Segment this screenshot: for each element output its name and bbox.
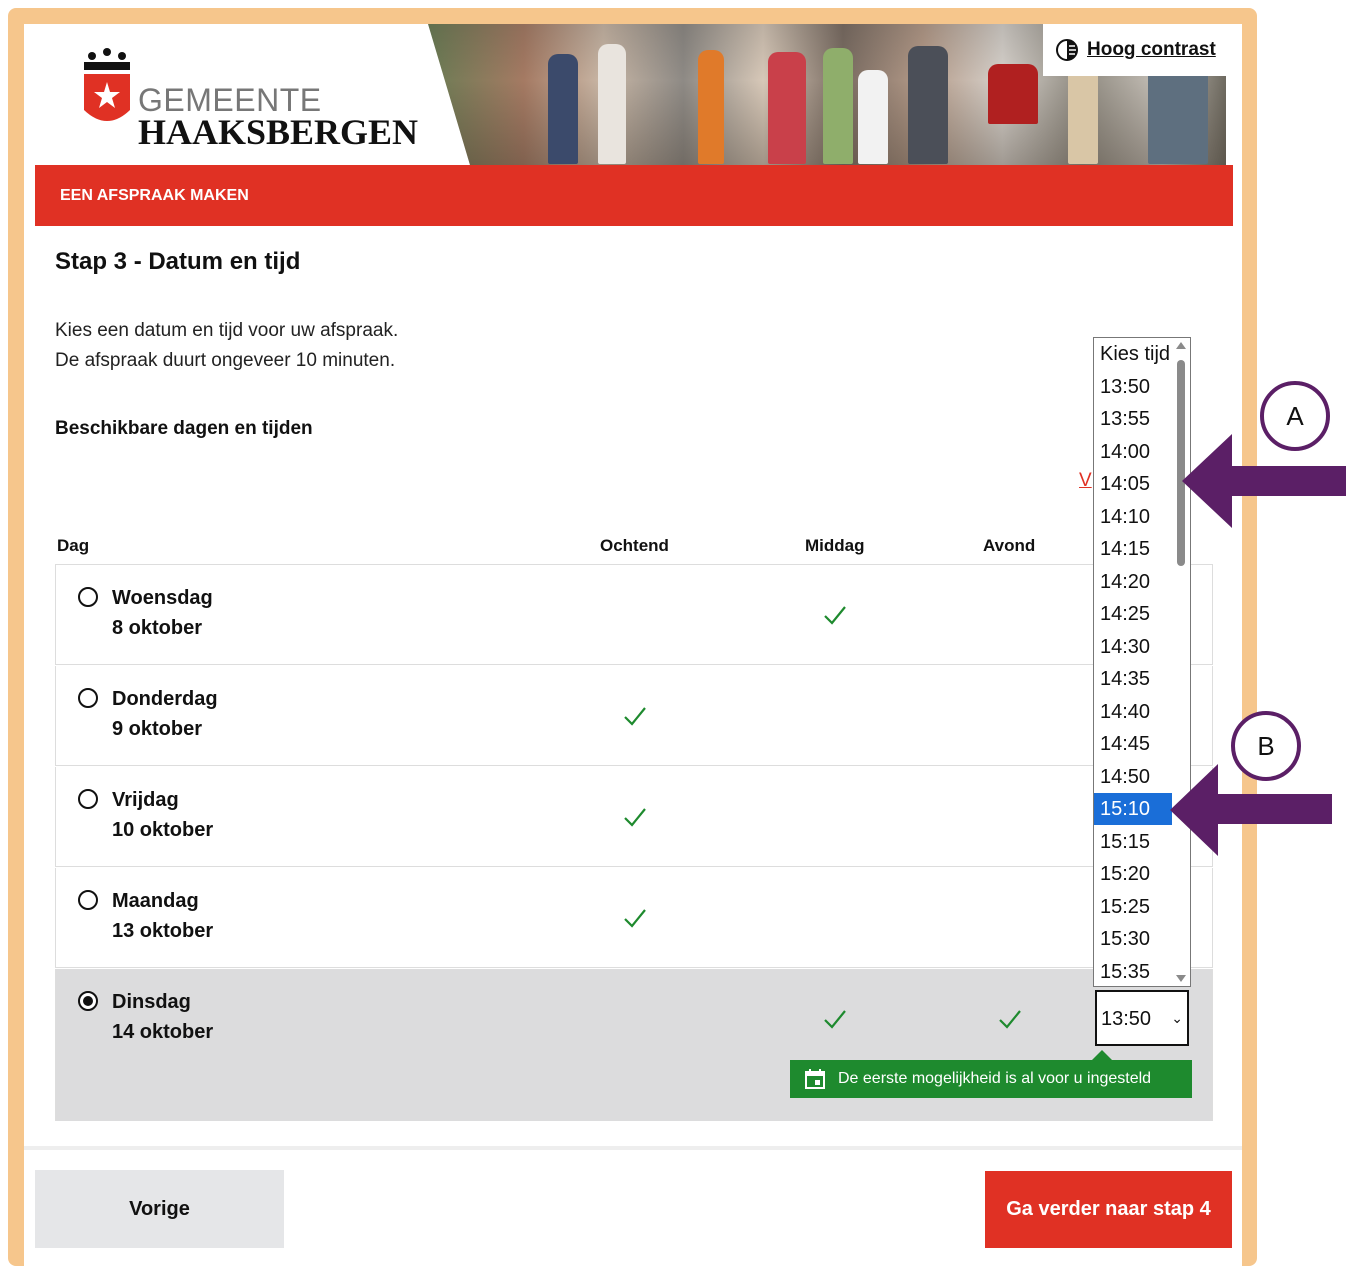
time-option[interactable]: 15:30	[1094, 923, 1172, 955]
availability-table: Woensdag 8 oktober Donderdag 9 oktober V…	[55, 564, 1213, 1121]
day-date: 14 oktober	[112, 1021, 214, 1043]
time-option[interactable]: 14:10	[1094, 501, 1172, 533]
tooltip-text: De eerste mogelijkheid is al voor u inge…	[838, 1070, 1152, 1087]
section-banner-title: EEN AFSPRAAK MAKEN	[60, 187, 249, 204]
column-header-avond: Avond	[983, 536, 1036, 555]
time-option[interactable]: 13:55	[1094, 403, 1172, 435]
high-contrast-label: Hoog contrast	[1087, 39, 1216, 60]
checkmark-icon	[824, 606, 846, 625]
coat-of-arms-icon	[84, 48, 130, 121]
time-option[interactable]: 14:30	[1094, 631, 1172, 663]
page-title: Stap 3 - Datum en tijd	[55, 248, 301, 275]
checkmark-icon	[624, 707, 646, 726]
available-days-heading: Beschikbare dagen en tijden	[55, 418, 313, 439]
table-row[interactable]: Vrijdag 10 oktober	[55, 767, 1213, 867]
day-name: Vrijdag	[112, 789, 179, 811]
column-header-ochtend: Ochtend	[600, 536, 669, 555]
checkmark-icon	[999, 1010, 1021, 1029]
checkmark-icon	[624, 808, 646, 827]
chevron-down-icon: ⌄	[1171, 1010, 1183, 1026]
day-date: 8 oktober	[112, 617, 203, 639]
hidden-link-partial[interactable]: V	[1079, 470, 1092, 492]
column-header-middag: Middag	[805, 536, 865, 555]
time-option[interactable]: 14:00	[1094, 436, 1172, 468]
gemeente-logo[interactable]: GEMEENTE HAAKSBERGEN	[80, 46, 418, 150]
checkmark-icon	[624, 909, 646, 928]
time-option[interactable]: 13:50	[1094, 371, 1172, 403]
logo-text-haaksbergen: HAAKSBERGEN	[138, 112, 419, 152]
section-banner: EEN AFSPRAAK MAKEN	[35, 165, 1233, 226]
time-option[interactable]: 15:15	[1094, 826, 1172, 858]
next-step-button[interactable]: Ga verder naar stap 4	[985, 1171, 1232, 1248]
day-name: Donderdag	[112, 688, 218, 710]
time-select[interactable]: 13:50 ⌄	[1095, 990, 1189, 1046]
page: GEMEENTE HAAKSBERGEN Hoog contrast EEN A…	[24, 24, 1242, 1268]
first-option-tooltip: De eerste mogelijkheid is al voor u inge…	[790, 1050, 1192, 1098]
time-option-placeholder[interactable]: Kies tijd	[1094, 338, 1172, 370]
annotation-a-arrow-icon	[1182, 434, 1346, 528]
time-option[interactable]: 15:35	[1094, 956, 1172, 987]
time-option[interactable]: 14:25	[1094, 598, 1172, 630]
time-option[interactable]: 14:40	[1094, 696, 1172, 728]
time-option[interactable]: 14:35	[1094, 663, 1172, 695]
time-option-highlighted[interactable]: 15:10	[1094, 793, 1172, 825]
day-radio-selected[interactable]	[78, 991, 98, 1011]
day-date: 13 oktober	[112, 920, 214, 942]
day-name: Woensdag	[112, 587, 213, 609]
day-radio[interactable]	[78, 890, 98, 910]
table-row[interactable]: Maandag 13 oktober	[55, 868, 1213, 968]
calendar-icon	[805, 1069, 825, 1089]
footer-divider	[24, 1146, 1242, 1150]
time-option[interactable]: 15:25	[1094, 891, 1172, 923]
day-date: 9 oktober	[112, 718, 203, 740]
previous-button[interactable]: Vorige	[35, 1170, 284, 1248]
time-dropdown-list[interactable]: Kies tijd 13:50 13:55 14:00 14:05 14:10 …	[1093, 337, 1191, 987]
time-option[interactable]: 14:15	[1094, 533, 1172, 565]
table-row[interactable]: Woensdag 8 oktober	[55, 565, 1213, 665]
day-name: Maandag	[112, 890, 199, 912]
site-header: GEMEENTE HAAKSBERGEN Hoog contrast	[24, 24, 1242, 165]
intro-text-1: Kies een datum en tijd voor uw afspraak.	[55, 320, 399, 341]
intro-text-2: De afspraak duurt ongeveer 10 minuten.	[55, 350, 396, 371]
table-row-selected[interactable]: Dinsdag 14 oktober	[55, 969, 1213, 1121]
annotation-b-arrow-icon	[1170, 764, 1332, 856]
high-contrast-toggle[interactable]: Hoog contrast	[1043, 24, 1233, 76]
time-option[interactable]: 15:20	[1094, 858, 1172, 890]
day-radio[interactable]	[78, 688, 98, 708]
time-option[interactable]: 14:45	[1094, 728, 1172, 760]
day-radio[interactable]	[78, 587, 98, 607]
scroll-up-icon[interactable]	[1176, 342, 1186, 349]
day-date: 10 oktober	[112, 819, 214, 841]
time-option[interactable]: 14:50	[1094, 761, 1172, 793]
contrast-icon	[1056, 39, 1078, 61]
column-header-dag: Dag	[57, 536, 90, 555]
time-option[interactable]: 14:05	[1094, 468, 1172, 500]
day-name: Dinsdag	[112, 991, 191, 1013]
table-row[interactable]: Donderdag 9 oktober	[55, 666, 1213, 766]
time-option[interactable]: 14:20	[1094, 566, 1172, 598]
scroll-down-icon[interactable]	[1176, 975, 1186, 982]
day-radio[interactable]	[78, 789, 98, 809]
checkmark-icon	[824, 1010, 846, 1029]
time-select-value: 13:50	[1101, 1008, 1152, 1030]
